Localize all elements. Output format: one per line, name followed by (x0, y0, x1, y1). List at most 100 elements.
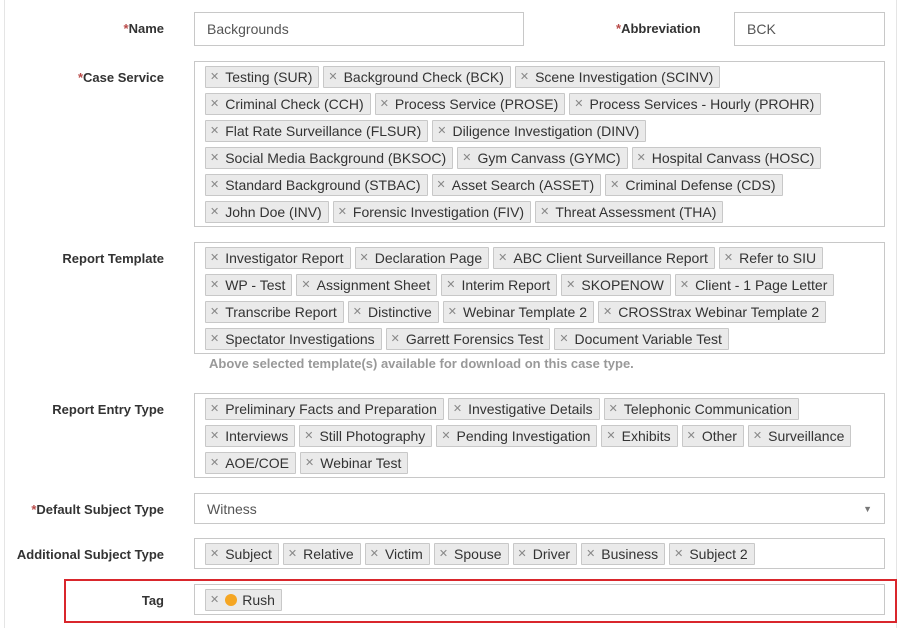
tag-chip: ✕ Pending Investigation (436, 425, 598, 447)
tag-chip: ✕ Subject 2 (669, 543, 755, 565)
tag-chip-label: Driver (532, 546, 571, 562)
remove-chip-icon[interactable]: ✕ (559, 333, 568, 345)
chevron-down-icon: ▼ (863, 503, 872, 514)
tag-chip: ✕ Standard Background (STBAC) (205, 174, 428, 196)
remove-chip-icon[interactable]: ✕ (338, 206, 347, 218)
remove-chip-icon[interactable]: ✕ (210, 98, 219, 110)
remove-chip-icon[interactable]: ✕ (453, 403, 462, 415)
additional-subject-type-tag-input[interactable]: ✕ Subject ✕ Relative ✕ Victim ✕ Spouse ✕ Driver ✕ B… (194, 538, 885, 569)
remove-chip-icon[interactable]: ✕ (437, 125, 446, 137)
tag-chip: ✕ Preliminary Facts and Preparation (205, 398, 444, 420)
remove-chip-icon[interactable]: ✕ (305, 457, 314, 469)
remove-chip-icon[interactable]: ✕ (380, 98, 389, 110)
remove-chip-icon[interactable]: ✕ (210, 125, 219, 137)
tag-chip-label: Criminal Check (CCH) (225, 96, 364, 112)
tag-chip: ✕ Investigator Report (205, 247, 351, 269)
remove-chip-icon[interactable]: ✕ (441, 430, 450, 442)
remove-chip-icon[interactable]: ✕ (574, 98, 583, 110)
tag-chip-label: Preliminary Facts and Preparation (225, 401, 437, 417)
remove-chip-icon[interactable]: ✕ (437, 179, 446, 191)
tag-chip: ✕ Testing (SUR) (205, 66, 320, 88)
remove-chip-icon[interactable]: ✕ (724, 252, 733, 264)
remove-chip-icon[interactable]: ✕ (210, 252, 219, 264)
remove-chip-icon[interactable]: ✕ (446, 279, 455, 291)
remove-chip-icon[interactable]: ✕ (391, 333, 400, 345)
tag-chip: ✕ ABC Client Surveillance Report (493, 247, 715, 269)
abbreviation-label: *Abbreviation (616, 21, 701, 36)
remove-chip-icon[interactable]: ✕ (210, 152, 219, 164)
case-service-label: *Case Service (77, 70, 164, 85)
remove-chip-icon[interactable]: ✕ (328, 71, 337, 83)
tag-chip-label: Process Service (PROSE) (394, 96, 559, 112)
remove-chip-icon[interactable]: ✕ (288, 548, 297, 560)
tag-chip-label: Subject 2 (689, 546, 748, 562)
remove-chip-icon[interactable]: ✕ (687, 430, 696, 442)
tag-chip-label: Pending Investigation (456, 428, 591, 444)
remove-chip-icon[interactable]: ✕ (301, 279, 310, 291)
remove-chip-icon[interactable]: ✕ (603, 306, 612, 318)
tag-chip: ✕ Scene Investigation (SCINV) (514, 66, 721, 88)
remove-chip-icon[interactable]: ✕ (518, 548, 527, 560)
tag-chip-label: CROSStrax Webinar Template 2 (618, 304, 820, 320)
tag-tag-input[interactable]: ✕ Rush (194, 584, 885, 615)
report-entry-type-tag-input[interactable]: ✕ Preliminary Facts and Preparation ✕ Inves… (194, 393, 885, 478)
remove-chip-icon[interactable]: ✕ (210, 306, 219, 318)
name-label: *Name (123, 21, 164, 36)
tag-chip: ✕ Spouse (433, 543, 509, 565)
report-template-tag-input[interactable]: ✕ Investigator Report ✕ Declaration Page ✕ AB… (194, 242, 885, 354)
remove-chip-icon[interactable]: ✕ (753, 430, 762, 442)
tag-chip-label: Diligence Investigation (DINV) (452, 123, 640, 139)
tag-chip-label: Assignment Sheet (316, 277, 431, 293)
tag-chip-label: Social Media Background (BKSOC) (225, 150, 447, 166)
default-subject-type-label: *Default Subject Type (31, 502, 164, 517)
remove-chip-icon[interactable]: ✕ (448, 306, 457, 318)
tag-chip-label: Webinar Test (320, 455, 402, 471)
tag-chip: ✕ WP - Test (205, 274, 293, 296)
remove-chip-icon[interactable]: ✕ (637, 152, 646, 164)
remove-chip-icon[interactable]: ✕ (498, 252, 507, 264)
remove-chip-icon[interactable]: ✕ (210, 179, 219, 191)
default-subject-type-select[interactable]: Witness ▼ (194, 493, 885, 524)
remove-chip-icon[interactable]: ✕ (210, 333, 219, 345)
remove-chip-icon[interactable]: ✕ (360, 252, 369, 264)
remove-chip-icon[interactable]: ✕ (210, 548, 219, 560)
remove-chip-icon[interactable]: ✕ (210, 403, 219, 415)
remove-chip-icon[interactable]: ✕ (566, 279, 575, 291)
tag-chip: ✕ Process Service (PROSE) (374, 93, 566, 115)
tag-chip-label: Other (701, 428, 737, 444)
tag-chip: ✕ Criminal Defense (CDS) (605, 174, 783, 196)
tag-chip: ✕ Declaration Page (354, 247, 490, 269)
remove-chip-icon[interactable]: ✕ (439, 548, 448, 560)
remove-chip-icon[interactable]: ✕ (540, 206, 549, 218)
remove-chip-icon[interactable]: ✕ (304, 430, 313, 442)
abbreviation-input[interactable]: BCK (734, 12, 885, 46)
tag-chip-label: Refer to SIU (739, 250, 817, 266)
tag-chip-label: Surveillance (768, 428, 845, 444)
remove-chip-icon[interactable]: ✕ (609, 403, 618, 415)
remove-chip-icon[interactable]: ✕ (610, 179, 619, 191)
remove-chip-icon[interactable]: ✕ (606, 430, 615, 442)
remove-chip-icon[interactable]: ✕ (210, 594, 219, 606)
tag-chip: ✕ Subject (205, 543, 279, 565)
tag-chip-label: Garrett Forensics Test (405, 331, 544, 347)
remove-chip-icon[interactable]: ✕ (210, 279, 219, 291)
tag-chip: ✕ Social Media Background (BKSOC) (205, 147, 454, 169)
remove-chip-icon[interactable]: ✕ (520, 71, 529, 83)
remove-chip-icon[interactable]: ✕ (210, 71, 219, 83)
report-template-label: Report Template (62, 251, 164, 266)
remove-chip-icon[interactable]: ✕ (210, 430, 219, 442)
tag-chip-label: AOE/COE (225, 455, 290, 471)
case-service-tag-input[interactable]: ✕ Testing (SUR) ✕ Background Check (BCK) ✕ Sc… (194, 61, 885, 227)
remove-chip-icon[interactable]: ✕ (674, 548, 683, 560)
remove-chip-icon[interactable]: ✕ (370, 548, 379, 560)
name-input[interactable]: Backgrounds (194, 12, 524, 46)
tag-chip-label: Threat Assessment (THA) (555, 204, 717, 220)
remove-chip-icon[interactable]: ✕ (210, 457, 219, 469)
tag-chip: ✕ Gym Canvass (GYMC) (457, 147, 628, 169)
remove-chip-icon[interactable]: ✕ (353, 306, 362, 318)
remove-chip-icon[interactable]: ✕ (210, 206, 219, 218)
remove-chip-icon[interactable]: ✕ (462, 152, 471, 164)
remove-chip-icon[interactable]: ✕ (586, 548, 595, 560)
remove-chip-icon[interactable]: ✕ (680, 279, 689, 291)
tag-chip-label: Investigator Report (225, 250, 344, 266)
